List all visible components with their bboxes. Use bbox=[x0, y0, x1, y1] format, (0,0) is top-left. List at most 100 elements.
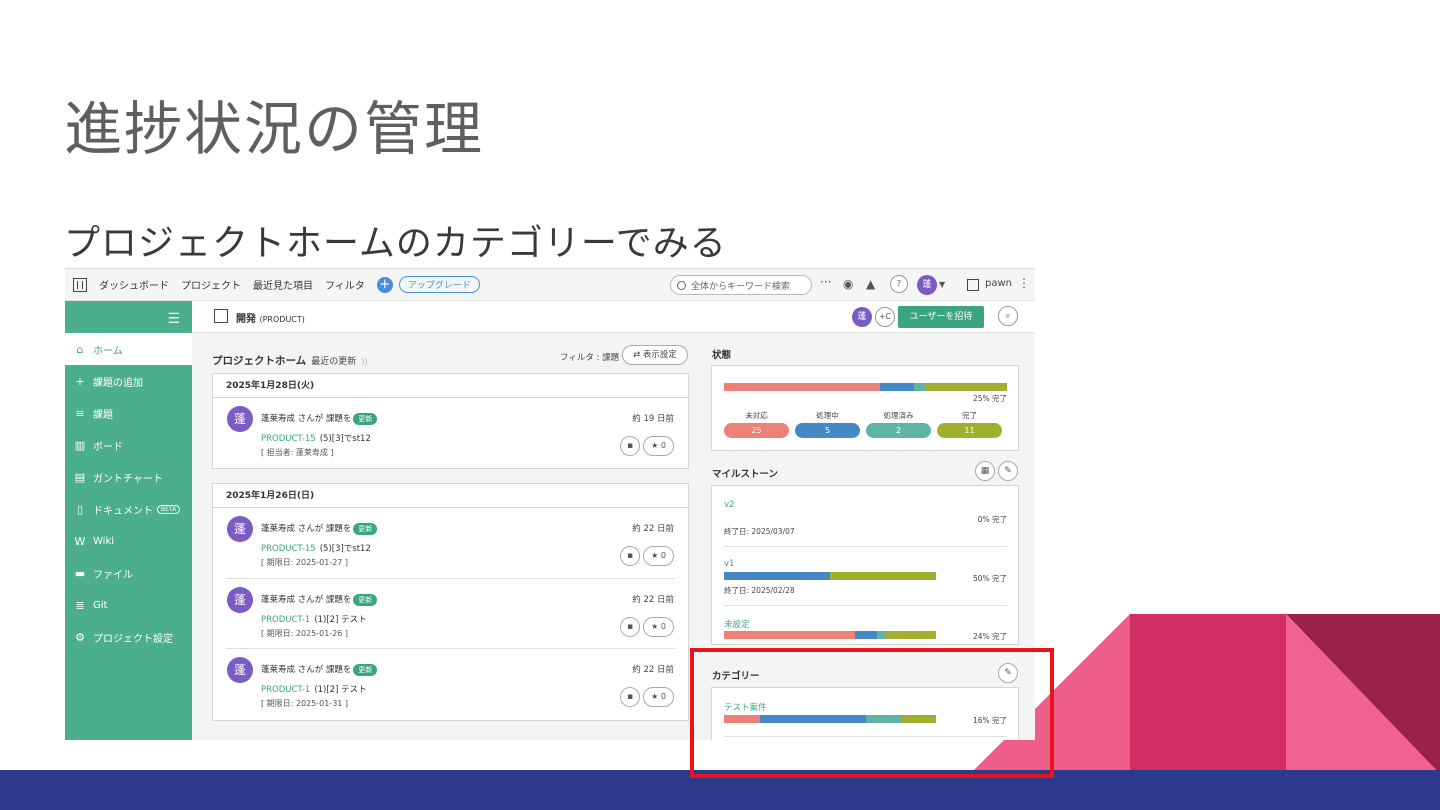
help-icon[interactable]: ? bbox=[890, 275, 908, 293]
issue-key[interactable]: PRODUCT-15 bbox=[261, 434, 316, 444]
search-icon[interactable]: ⌕ bbox=[998, 306, 1018, 326]
star-button[interactable]: ★ 0 bbox=[643, 687, 674, 707]
building-icon[interactable] bbox=[73, 277, 87, 292]
activity-time: 約 22 日前 bbox=[632, 524, 674, 534]
status-count-resolved[interactable]: 2 bbox=[866, 423, 931, 438]
display-settings-label: 表示設定 bbox=[642, 350, 677, 360]
star-button[interactable]: ★ 0 bbox=[643, 617, 674, 637]
milestone-percent: 24% 完了 bbox=[972, 632, 1007, 641]
milestone-name[interactable]: v1 bbox=[724, 559, 734, 569]
more-icon[interactable]: ··· bbox=[820, 275, 831, 289]
sidebar-item-label: 課題 bbox=[93, 409, 113, 421]
comment-icon[interactable]: ▪ bbox=[620, 546, 640, 566]
sidebar-item-label: ファイル bbox=[93, 569, 133, 581]
project-icon bbox=[214, 309, 228, 323]
activity-entry: 蓬 蓬莱寿成 さんが 課題を 更新 約 22 日前 PRODUCT-15 (5)[3… bbox=[213, 508, 688, 578]
plus-icon: + bbox=[75, 374, 85, 388]
issue-key[interactable]: PRODUCT-15 bbox=[261, 544, 316, 554]
issue-link[interactable]: PRODUCT-15 (5)[3]でst12 bbox=[261, 432, 371, 444]
activity-note: [ 期限日: 2025-01-26 ] bbox=[261, 629, 349, 638]
global-search-input[interactable]: 全体からキーワード検索 bbox=[670, 275, 812, 295]
user-avatar[interactable]: 蓬 bbox=[917, 275, 937, 295]
rss-icon[interactable]: )) bbox=[361, 357, 367, 366]
bell-icon[interactable]: ▲ bbox=[866, 277, 875, 291]
sidebar-item-label: 課題の追加 bbox=[93, 377, 143, 389]
milestone-date: 終了日: 2025/02/28 bbox=[724, 586, 795, 595]
avatar[interactable]: 蓬 bbox=[227, 406, 253, 432]
slide-title: 進捗状況の管理 bbox=[64, 95, 485, 163]
issue-link[interactable]: PRODUCT-1 (1)[2] テスト bbox=[261, 683, 367, 695]
activity-day-card: 2025年1月26日(日) 蓬 蓬莱寿成 さんが 課題を 更新 約 22 日前 P… bbox=[212, 483, 689, 721]
invite-user-button[interactable]: ユーザーを招待 bbox=[898, 306, 984, 328]
avatar[interactable]: 蓬 bbox=[227, 587, 253, 613]
star-icon: ★ bbox=[651, 692, 659, 701]
comment-icon[interactable]: ▪ bbox=[620, 436, 640, 456]
status-label-resolved: 処理済み bbox=[883, 411, 914, 420]
activity-text: 蓬莱寿成 さんが 課題を bbox=[261, 524, 352, 534]
sidebar-item-add-issue[interactable]: + 課題の追加 bbox=[65, 365, 192, 397]
progress-segment-in-progress bbox=[879, 383, 914, 391]
display-settings-button[interactable]: ⇄ 表示設定 bbox=[622, 345, 688, 365]
star-button[interactable]: ★ 0 bbox=[643, 436, 674, 456]
activity-note: [ 担当者: 蓬莱寿成 ] bbox=[261, 448, 334, 457]
highlight-box bbox=[690, 648, 1054, 778]
swap-icon: ⇄ bbox=[633, 350, 643, 360]
calendar-icon[interactable]: ▦ bbox=[975, 461, 995, 481]
status-count-closed[interactable]: 11 bbox=[937, 423, 1002, 438]
nav-recent[interactable]: 最近見た項目 bbox=[253, 277, 313, 292]
progress-segment-closed bbox=[830, 572, 936, 580]
issue-link[interactable]: PRODUCT-15 (5)[3]でst12 bbox=[261, 542, 371, 554]
nav-filter[interactable]: フィルタ bbox=[325, 277, 365, 292]
project-key: (PRODUCT) bbox=[259, 315, 305, 324]
sidebar-item-files[interactable]: ▬ ファイル bbox=[65, 557, 192, 589]
add-icon[interactable]: + bbox=[376, 276, 393, 293]
project-home-subtitle: 最近の更新 bbox=[311, 357, 357, 367]
status-count-open[interactable]: 25 bbox=[724, 423, 789, 438]
issue-key[interactable]: PRODUCT-1 bbox=[261, 685, 310, 695]
activity-text: 蓬莱寿成 さんが 課題を bbox=[261, 665, 352, 675]
sidebar-item-project-settings[interactable]: ⚙ プロジェクト設定 bbox=[65, 621, 192, 653]
comment-icon[interactable]: ▪ bbox=[620, 617, 640, 637]
member-count-icon[interactable]: +C bbox=[875, 307, 895, 327]
issue-key[interactable]: PRODUCT-1 bbox=[261, 615, 310, 625]
git-icon: ≣ bbox=[75, 598, 85, 612]
filter-label[interactable]: フィルタ : 課題 bbox=[560, 351, 619, 363]
star-count: 0 bbox=[660, 692, 666, 701]
progress-segment-resolved bbox=[876, 631, 886, 639]
activity-time: 約 22 日前 bbox=[632, 665, 674, 675]
sidebar-item-documents[interactable]: ▯ ドキュメント BETA bbox=[65, 493, 192, 525]
sidebar-item-git[interactable]: ≣ Git bbox=[65, 589, 192, 621]
eye-icon[interactable]: ◉ bbox=[843, 277, 853, 291]
avatar[interactable]: 蓬 bbox=[227, 516, 253, 542]
sidebar-item-gantt[interactable]: ▤ ガントチャート bbox=[65, 461, 192, 493]
sidebar: ☰ ⌂ ホーム + 課題の追加 ≡ 課題 ▥ ボード ▤ ガントチャート ▯ ドキュメント B… bbox=[65, 301, 192, 740]
sidebar-item-home[interactable]: ⌂ ホーム bbox=[65, 333, 192, 365]
nav-dashboard[interactable]: ダッシュボード bbox=[99, 277, 169, 292]
sidebar-item-issues[interactable]: ≡ 課題 bbox=[65, 397, 192, 429]
activity-text: 蓬莱寿成 さんが 課題を bbox=[261, 414, 352, 424]
gantt-icon: ▤ bbox=[74, 470, 86, 484]
edit-icon[interactable]: ✎ bbox=[998, 461, 1018, 481]
activity-day-card: 2025年1月28日(火) 蓬 蓬莱寿成 さんが 課題を 更新 約 19 日前 P… bbox=[212, 373, 689, 469]
chevron-down-icon[interactable]: ▼ bbox=[939, 280, 945, 289]
milestone-name[interactable]: 未設定 bbox=[724, 618, 750, 630]
nav-projects[interactable]: プロジェクト bbox=[181, 277, 241, 292]
status-count-in-progress[interactable]: 5 bbox=[795, 423, 860, 438]
issue-link[interactable]: PRODUCT-1 (1)[2] テスト bbox=[261, 613, 367, 625]
sidebar-item-board[interactable]: ▥ ボード bbox=[65, 429, 192, 461]
status-label-open: 未対応 bbox=[745, 411, 768, 420]
comment-icon[interactable]: ▪ bbox=[620, 687, 640, 707]
menu-icon[interactable]: ☰ bbox=[167, 311, 180, 327]
avatar[interactable]: 蓬 bbox=[227, 657, 253, 683]
project-member-avatar[interactable]: 蓬 bbox=[852, 307, 872, 327]
status-badge: 更新 bbox=[353, 523, 378, 535]
upgrade-button[interactable]: アップグレード bbox=[398, 276, 480, 293]
sidebar-item-wiki[interactable]: W Wiki bbox=[65, 525, 192, 557]
space-name[interactable]: pawn bbox=[985, 278, 1012, 289]
activity-date: 2025年1月28日(火) bbox=[213, 374, 688, 398]
activity-date: 2025年1月26日(日) bbox=[213, 484, 688, 508]
apps-grid-icon[interactable]: ⋮⋮ bbox=[1018, 276, 1035, 290]
project-title[interactable]: 開発 (PRODUCT) bbox=[236, 310, 305, 325]
star-button[interactable]: ★ 0 bbox=[643, 546, 674, 566]
milestone-name[interactable]: v2 bbox=[724, 500, 734, 510]
